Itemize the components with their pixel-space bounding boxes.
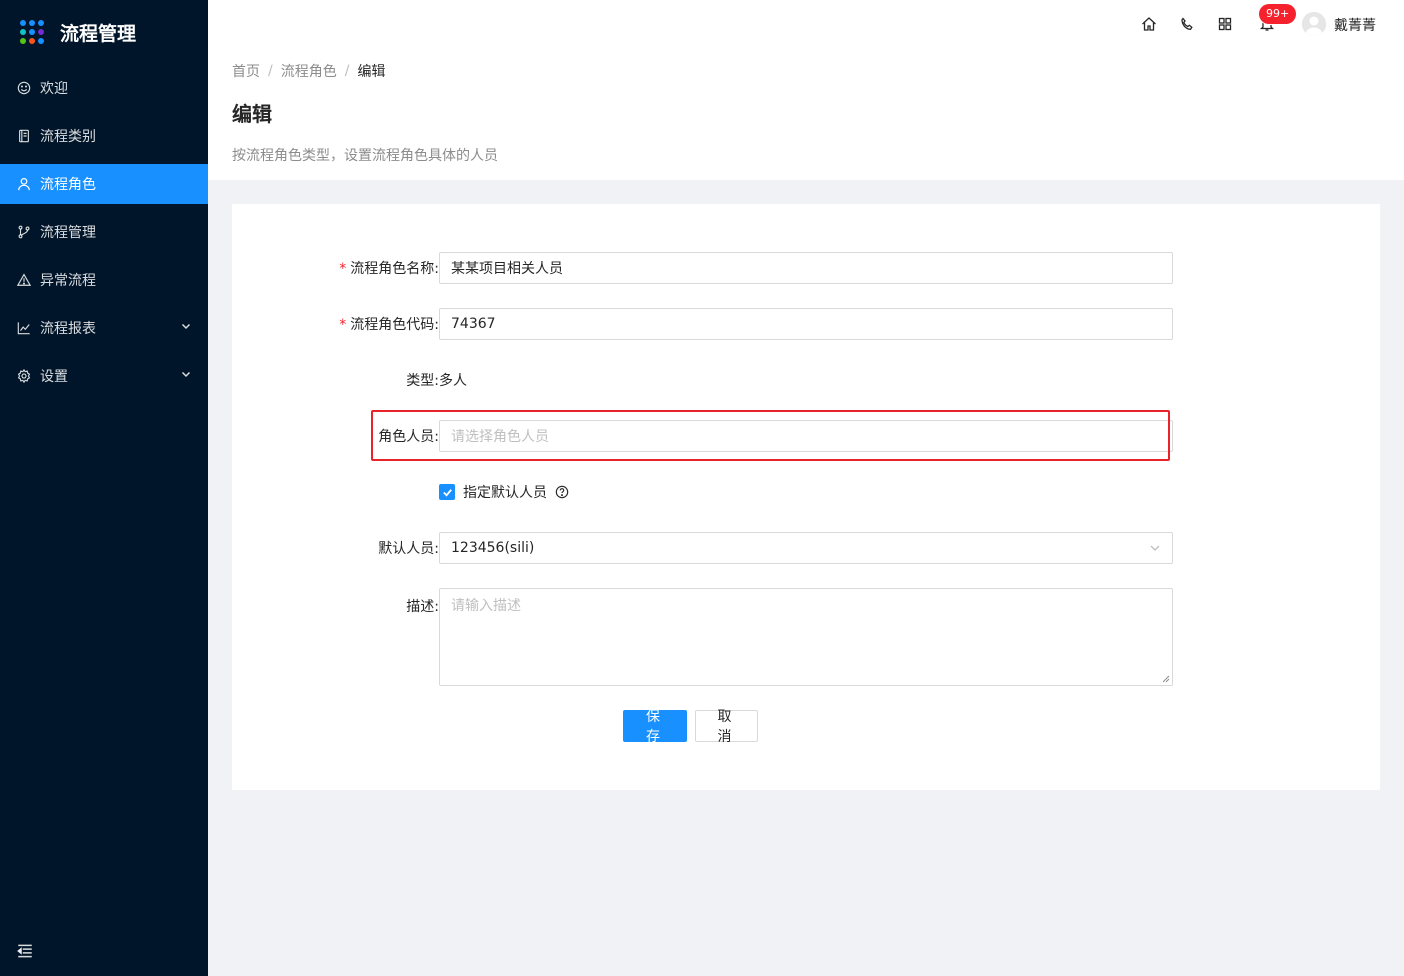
save-button[interactable]: 保存 bbox=[623, 709, 687, 745]
sidebar-item-label: 流程管理 bbox=[40, 225, 96, 241]
default-member-checkbox[interactable] bbox=[439, 484, 455, 500]
page-title: 编辑 bbox=[232, 102, 272, 126]
sidebar-item-label: 异常流程 bbox=[40, 273, 96, 289]
apps-icon[interactable] bbox=[1215, 14, 1235, 34]
description-textarea[interactable]: 请输入描述 bbox=[439, 588, 1173, 686]
phone-icon[interactable] bbox=[1177, 14, 1197, 34]
app-grid-icon bbox=[20, 20, 44, 44]
role-name-row: * 流程角色名称: 某某项目相关人员 bbox=[232, 252, 1380, 284]
page-header: 首页 / 流程角色 / 编辑 编辑 按流程角色类型，设置流程角色具体的人员 bbox=[208, 48, 1404, 180]
role-code-row: * 流程角色代码: 74367 bbox=[232, 308, 1380, 340]
sidebar-item-label: 流程角色 bbox=[40, 177, 96, 193]
role-name-input[interactable]: 某某项目相关人员 bbox=[439, 252, 1173, 284]
breadcrumb-separator: / bbox=[268, 63, 273, 79]
sidebar-menu: 欢迎 流程类别 流程角色 流程管理 异常流程 流程报表 设置 bbox=[0, 68, 208, 396]
role-members-label: 角色人员: bbox=[378, 429, 439, 445]
line-chart-icon bbox=[16, 320, 32, 336]
role-code-label: * 流程角色代码: bbox=[339, 317, 439, 333]
description-placeholder: 请输入描述 bbox=[451, 598, 521, 614]
required-mark: * bbox=[339, 317, 347, 333]
default-checkbox-row: 指定默认人员 bbox=[439, 482, 569, 502]
sidebar-item-label: 流程报表 bbox=[40, 321, 96, 337]
chevron-down-icon bbox=[180, 320, 192, 336]
sidebar-item-process-role[interactable]: 流程角色 bbox=[0, 164, 208, 204]
notification-badge: 99+ bbox=[1259, 4, 1297, 24]
warning-icon bbox=[16, 272, 32, 288]
sidebar-item-settings[interactable]: 设置 bbox=[0, 356, 208, 396]
sidebar-item-process-category[interactable]: 流程类别 bbox=[0, 116, 208, 156]
breadcrumb-current: 编辑 bbox=[357, 64, 386, 80]
required-mark: * bbox=[339, 261, 347, 277]
sidebar: 流程管理 欢迎 流程类别 流程角色 流程管理 异常流程 流程报表 设置 bbox=[0, 0, 208, 976]
sidebar-item-label: 流程类别 bbox=[40, 129, 96, 145]
breadcrumb-home[interactable]: 首页 bbox=[232, 61, 260, 81]
role-code-input[interactable]: 74367 bbox=[439, 308, 1173, 340]
role-name-label: * 流程角色名称: bbox=[339, 261, 439, 277]
menu-fold-icon[interactable] bbox=[16, 942, 34, 960]
edit-form-card: * 流程角色名称: 某某项目相关人员 * 流程角色代码: 74367 类型: 多人 … bbox=[232, 204, 1380, 790]
sidebar-item-label: 设置 bbox=[40, 369, 68, 385]
question-icon[interactable] bbox=[555, 485, 569, 499]
breadcrumb-process-role[interactable]: 流程角色 bbox=[281, 61, 337, 81]
type-row: 类型: 多人 bbox=[232, 364, 1380, 396]
cancel-button[interactable]: 取消 bbox=[695, 709, 758, 745]
sidebar-item-process-management[interactable]: 流程管理 bbox=[0, 212, 208, 252]
logo[interactable]: 流程管理 bbox=[0, 0, 208, 64]
type-label: 类型: bbox=[406, 373, 439, 389]
branch-icon bbox=[16, 224, 32, 240]
gear-icon bbox=[16, 368, 32, 384]
app-title: 流程管理 bbox=[60, 22, 137, 45]
sidebar-item-welcome[interactable]: 欢迎 bbox=[0, 68, 208, 108]
top-header: 99+ 戴菁菁 bbox=[208, 0, 1404, 48]
default-member-select[interactable]: 123456(sili) bbox=[439, 532, 1173, 564]
user-icon bbox=[16, 176, 32, 192]
sidebar-item-process-report[interactable]: 流程报表 bbox=[0, 308, 208, 348]
type-value: 多人 bbox=[439, 373, 467, 389]
default-member-row: 默认人员: 123456(sili) bbox=[232, 532, 1380, 564]
resize-handle-icon[interactable] bbox=[1162, 675, 1170, 683]
description-label: 描述: bbox=[406, 599, 439, 615]
home-icon[interactable] bbox=[1139, 14, 1159, 34]
username[interactable]: 戴菁菁 bbox=[1334, 15, 1376, 35]
breadcrumb-separator: / bbox=[344, 63, 350, 79]
description-row: 描述: 请输入描述 bbox=[232, 588, 1380, 686]
book-icon bbox=[16, 128, 32, 144]
sidebar-item-label: 欢迎 bbox=[40, 81, 68, 97]
chevron-down-icon bbox=[180, 368, 192, 384]
default-member-label: 默认人员: bbox=[378, 541, 439, 557]
avatar[interactable] bbox=[1302, 12, 1326, 36]
default-member-value: 123456(sili) bbox=[451, 540, 535, 556]
role-members-select[interactable]: 请选择角色人员 bbox=[439, 420, 1173, 452]
breadcrumb: 首页 / 流程角色 / 编辑 bbox=[232, 62, 1380, 80]
sidebar-item-exception-process[interactable]: 异常流程 bbox=[0, 260, 208, 300]
page-description: 按流程角色类型，设置流程角色具体的人员 bbox=[232, 148, 498, 164]
smile-icon bbox=[16, 80, 32, 96]
default-member-checkbox-label[interactable]: 指定默认人员 bbox=[463, 482, 547, 502]
chevron-down-icon bbox=[1150, 545, 1160, 551]
role-members-row: 角色人员: 请选择角色人员 bbox=[232, 420, 1380, 452]
